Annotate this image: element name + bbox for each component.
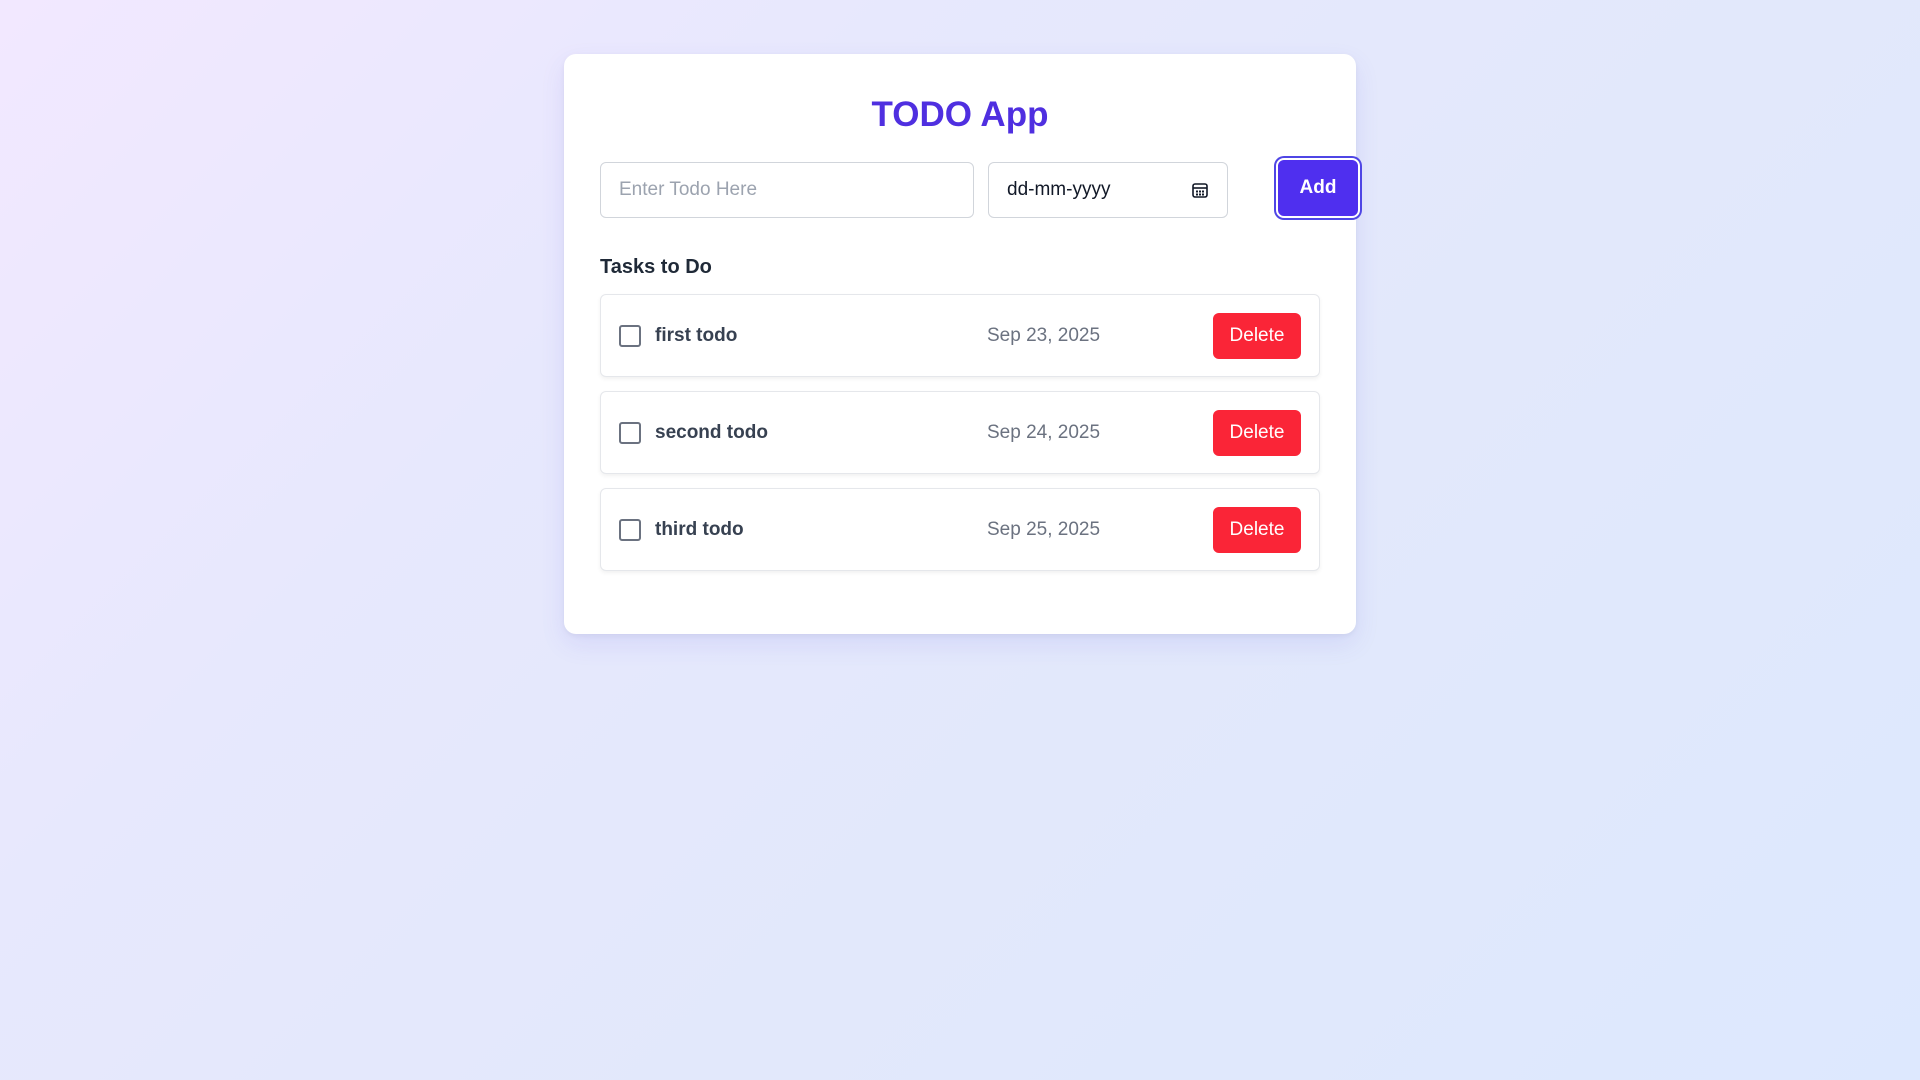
todo-checkbox[interactable] [619,422,641,444]
tasks-heading: Tasks to Do [600,256,712,278]
todo-date: Sep 23, 2025 [987,325,1101,346]
todo-list: first todo Sep 23, 2025 Delete second to… [600,294,1320,585]
todo-date: Sep 25, 2025 [987,519,1101,540]
todo-card: TODO App dd-mm-yyyy Add Tasks to Do [564,54,1360,634]
todo-name: second todo [655,422,768,443]
todo-item: third todo Sep 25, 2025 Delete [600,488,1320,571]
todo-name: first todo [655,325,738,346]
todo-item: first todo Sep 23, 2025 Delete [600,294,1320,377]
todo-checkbox[interactable] [619,325,641,347]
add-todo-form: dd-mm-yyyy Add [600,158,1360,218]
todo-name: third todo [655,519,744,540]
todo-item: second todo Sep 24, 2025 Delete [600,391,1320,474]
delete-button[interactable]: Delete [1213,507,1301,553]
add-button[interactable]: Add [1276,158,1360,218]
delete-button[interactable]: Delete [1213,410,1301,456]
delete-button[interactable]: Delete [1213,313,1301,359]
todo-input[interactable] [600,162,974,218]
date-input-placeholder: dd-mm-yyyy [1007,179,1111,200]
calendar-icon[interactable] [1191,181,1209,199]
page-title: TODO App [871,95,1049,134]
date-input[interactable]: dd-mm-yyyy [988,162,1228,218]
todo-checkbox[interactable] [619,519,641,541]
todo-date: Sep 24, 2025 [987,422,1101,443]
